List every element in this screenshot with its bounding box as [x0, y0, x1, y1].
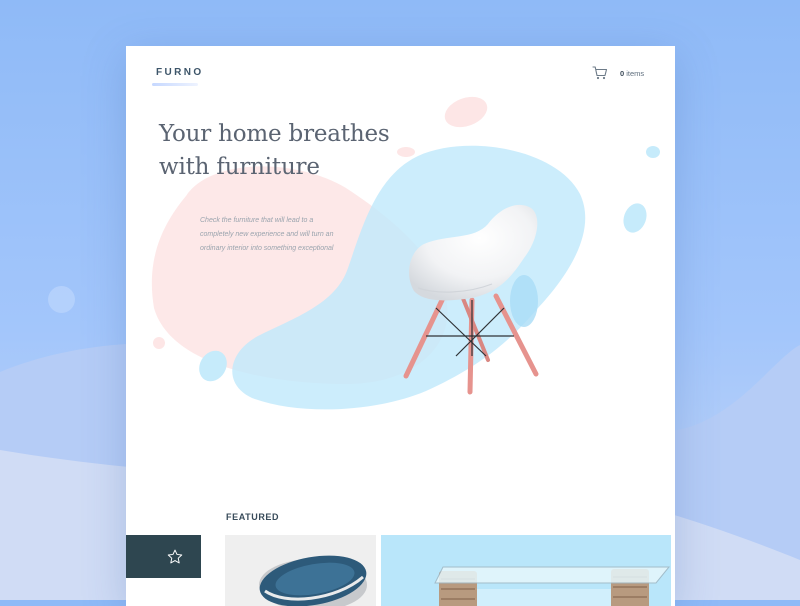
decorative-bubble — [48, 286, 75, 313]
hero-title-line-2: with furniture — [159, 154, 320, 180]
round-chair-image — [259, 555, 367, 606]
glass-table-image — [434, 566, 671, 606]
hero-title-line-1: Your home breathes — [159, 121, 390, 147]
hero-title: Your home breathes with furniture — [159, 118, 419, 184]
hero-description: Check the furniture that will lead to a … — [200, 217, 334, 252]
star-icon — [167, 549, 182, 563]
favorites-button[interactable] — [126, 535, 201, 578]
product-card-round-chair[interactable] — [225, 535, 376, 606]
featured-section-title: FEATURED — [226, 512, 280, 522]
chair-image — [403, 204, 539, 395]
product-card-glass-table[interactable] — [381, 535, 671, 606]
landing-page-card: FURNO 0 items Your home breathes with fu… — [126, 46, 675, 606]
